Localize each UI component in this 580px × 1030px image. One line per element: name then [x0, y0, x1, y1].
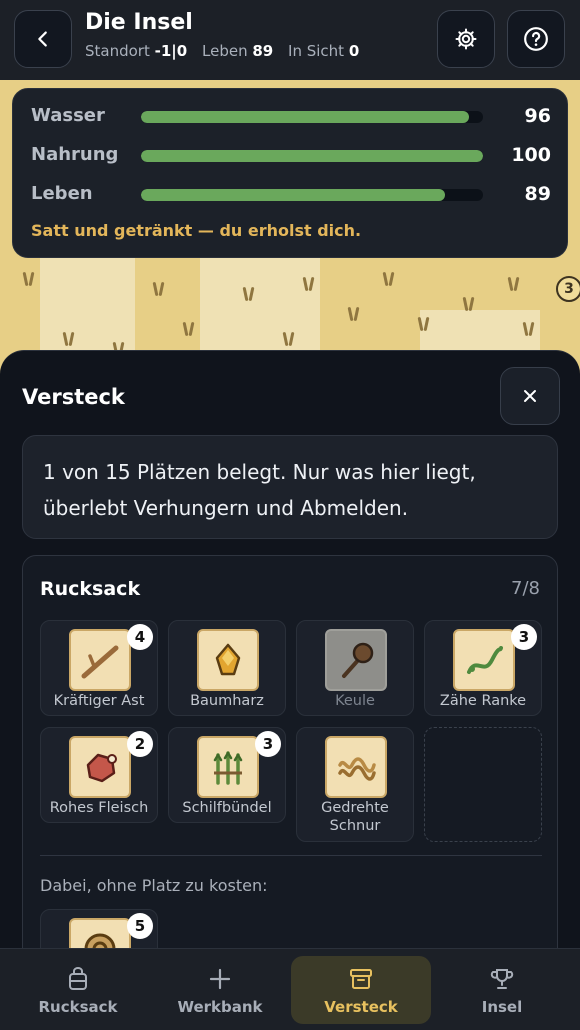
help-circle-icon	[524, 27, 548, 51]
stat-row-life: Leben 89	[31, 183, 551, 207]
empty-slot[interactable]	[424, 727, 542, 842]
help-button[interactable]	[507, 10, 565, 68]
raw-meat-icon	[69, 736, 131, 798]
gear-icon	[455, 28, 477, 50]
grass-icon	[280, 330, 298, 346]
water-bar	[141, 111, 483, 123]
branch-icon	[69, 629, 131, 691]
stash-sheet: Versteck 1 von 15 Plätzen belegt. Nur wa…	[0, 350, 580, 950]
vital-stats-panel: Wasser 96 Nahrung 100 Leben 89 Satt und …	[12, 88, 568, 258]
food-bar	[141, 150, 483, 162]
twine-icon	[325, 736, 387, 798]
quantity-badge: 4	[127, 624, 153, 650]
item-slot[interactable]: Gedrehte Schnur	[296, 727, 414, 842]
back-button[interactable]	[14, 10, 72, 68]
item-slot[interactable]: 3 Zähe Ranke	[424, 620, 542, 716]
location-label: Standort	[85, 42, 150, 60]
quantity-badge: 5	[127, 913, 153, 939]
status-line: Standort -1|0 Leben 89 In Sicht 0	[85, 42, 369, 60]
grass-icon	[240, 285, 258, 301]
item-slot[interactable]: 2 Rohes Fleisch	[40, 727, 158, 823]
stat-row-water: Wasser 96	[31, 105, 551, 129]
nav-versteck[interactable]: Versteck	[291, 956, 431, 1024]
stash-info: 1 von 15 Plätzen belegt. Nur was hier li…	[22, 435, 558, 539]
grass-icon	[415, 315, 433, 331]
club-icon	[325, 629, 387, 691]
top-bar: Die Insel Standort -1|0 Leben 89 In Sich…	[0, 0, 580, 80]
quantity-badge: 3	[255, 731, 281, 757]
coin-icon	[69, 918, 131, 950]
close-button[interactable]	[500, 367, 560, 425]
quantity-badge: 2	[127, 731, 153, 757]
sheet-title: Versteck	[22, 385, 125, 409]
grass-icon	[520, 320, 538, 336]
stat-label: Wasser	[31, 105, 105, 126]
stat-value: 100	[511, 144, 551, 166]
nav-werkbank[interactable]: Werkbank	[150, 956, 290, 1024]
stat-label: Nahrung	[31, 144, 119, 165]
quantity-badge: 3	[511, 624, 537, 650]
trophy-icon	[432, 966, 572, 992]
resin-icon	[197, 629, 259, 691]
life-bar	[141, 189, 483, 201]
stat-row-food: Nahrung 100	[31, 144, 551, 168]
stat-value: 89	[524, 183, 551, 205]
divider	[40, 855, 542, 856]
item-label: Schilfbündel	[182, 800, 272, 816]
vine-icon	[453, 629, 515, 691]
visible-label: In Sicht	[288, 42, 345, 60]
grass-icon	[20, 270, 38, 286]
nav-label: Insel	[481, 998, 523, 1016]
nav-rucksack[interactable]: Rucksack	[8, 956, 148, 1024]
chevron-left-icon	[38, 31, 47, 47]
item-label: Baumharz	[190, 693, 264, 709]
item-label: Rohes Fleisch	[49, 800, 149, 816]
grass-icon	[180, 320, 198, 336]
food-bar-fill	[141, 150, 483, 162]
settings-button[interactable]	[437, 10, 495, 68]
close-icon	[524, 390, 536, 402]
stat-value: 96	[524, 105, 551, 127]
page-title: Die Insel	[85, 10, 193, 35]
item-slot[interactable]: Keule	[296, 620, 414, 716]
grass-icon	[60, 330, 78, 346]
bottom-nav: Rucksack Werkbank Versteck Insel	[0, 948, 580, 1030]
reed-bundle-icon	[197, 736, 259, 798]
grass-icon	[380, 270, 398, 286]
grass-icon	[460, 295, 478, 311]
item-slot[interactable]: 3 Schilfbündel	[168, 727, 286, 823]
plus-icon	[150, 966, 290, 992]
location-value: -1|0	[154, 42, 188, 60]
life-value: 89	[252, 42, 274, 60]
backpack-count: 7/8	[511, 578, 540, 599]
nav-label: Versteck	[324, 998, 398, 1016]
visible-value: 0	[348, 42, 360, 60]
item-label: Kräftiger Ast	[53, 693, 145, 709]
item-label: Zähe Ranke	[439, 693, 527, 709]
water-bar-fill	[141, 111, 470, 123]
item-slot[interactable]: 4 Kräftiger Ast	[40, 620, 158, 716]
life-label: Leben	[202, 42, 248, 60]
chest-icon	[291, 966, 431, 992]
backpack-panel: Rucksack 7/8 4 Kräftiger Ast Baumharz Ke…	[22, 555, 558, 950]
grass-icon	[150, 280, 168, 296]
item-slot[interactable]: Baumharz	[168, 620, 286, 716]
nav-insel[interactable]: Insel	[432, 956, 572, 1024]
backpack-icon	[8, 966, 148, 992]
life-bar-fill	[141, 189, 446, 201]
stat-label: Leben	[31, 183, 93, 204]
nav-label: Rucksack	[38, 998, 118, 1016]
item-label: Gedrehte Schnur	[321, 800, 389, 834]
grass-icon	[505, 275, 523, 291]
grass-icon	[345, 305, 363, 321]
backpack-title: Rucksack	[40, 578, 141, 600]
grass-icon	[300, 275, 318, 291]
map-count-badge[interactable]: 3	[556, 276, 580, 302]
nav-label: Werkbank	[177, 998, 263, 1016]
free-items-label: Dabei, ohne Platz zu kosten:	[40, 876, 268, 895]
free-item-slot[interactable]: 5	[40, 909, 158, 950]
item-label: Keule	[335, 693, 375, 709]
status-message: Satt und getränkt — du erholst dich.	[31, 221, 362, 240]
